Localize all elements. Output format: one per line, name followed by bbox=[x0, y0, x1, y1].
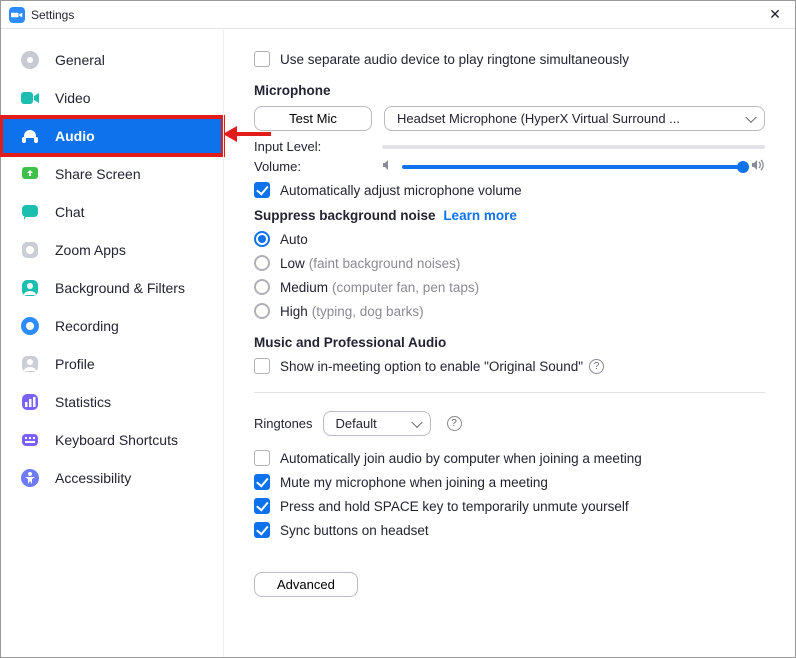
sidebar: General Video Audio Share Screen Chat bbox=[1, 29, 223, 657]
profile-icon bbox=[19, 353, 41, 375]
settings-panel: Use separate audio device to play ringto… bbox=[223, 29, 795, 657]
sidebar-item-chat[interactable]: Chat bbox=[1, 193, 223, 231]
checkbox[interactable] bbox=[254, 474, 270, 490]
close-button[interactable]: ✕ bbox=[763, 6, 787, 23]
microphone-device-dropdown[interactable]: Headset Microphone (HyperX Virtual Surro… bbox=[384, 106, 765, 131]
sidebar-item-background-filters[interactable]: Background & Filters bbox=[1, 269, 223, 307]
noise-auto-option[interactable]: Auto bbox=[254, 231, 765, 247]
share-screen-icon bbox=[19, 163, 41, 185]
sidebar-item-label: Chat bbox=[55, 204, 85, 220]
advanced-button[interactable]: Advanced bbox=[254, 572, 358, 597]
checkbox[interactable] bbox=[254, 182, 270, 198]
sidebar-item-accessibility[interactable]: Accessibility bbox=[1, 459, 223, 497]
sidebar-item-label: Accessibility bbox=[55, 470, 131, 486]
sidebar-item-label: General bbox=[55, 52, 105, 68]
video-icon bbox=[19, 87, 41, 109]
sidebar-item-zoom-apps[interactable]: Zoom Apps bbox=[1, 231, 223, 269]
window-title: Settings bbox=[31, 8, 763, 22]
sidebar-item-general[interactable]: General bbox=[1, 41, 223, 79]
volume-label: Volume: bbox=[254, 159, 382, 174]
checkbox[interactable] bbox=[254, 522, 270, 538]
separate-audio-device-option[interactable]: Use separate audio device to play ringto… bbox=[254, 51, 765, 67]
option-label: Low bbox=[280, 256, 305, 271]
learn-more-link[interactable]: Learn more bbox=[443, 208, 517, 223]
sidebar-item-label: Audio bbox=[55, 128, 95, 144]
sidebar-item-profile[interactable]: Profile bbox=[1, 345, 223, 383]
sidebar-item-label: Statistics bbox=[55, 394, 111, 410]
noise-low-option[interactable]: Low (faint background noises) bbox=[254, 255, 765, 271]
accessibility-icon bbox=[19, 467, 41, 489]
sidebar-item-statistics[interactable]: Statistics bbox=[1, 383, 223, 421]
sidebar-item-share-screen[interactable]: Share Screen bbox=[1, 155, 223, 193]
auto-adjust-mic-option[interactable]: Automatically adjust microphone volume bbox=[254, 182, 765, 198]
option-label: Press and hold SPACE key to temporarily … bbox=[280, 499, 629, 514]
mute-on-join-option[interactable]: Mute my microphone when joining a meetin… bbox=[254, 474, 765, 490]
radio[interactable] bbox=[254, 255, 270, 271]
sidebar-item-label: Video bbox=[55, 90, 91, 106]
divider bbox=[254, 392, 765, 393]
radio[interactable] bbox=[254, 303, 270, 319]
help-icon[interactable]: ? bbox=[447, 416, 462, 431]
radio[interactable] bbox=[254, 231, 270, 247]
checkbox[interactable] bbox=[254, 358, 270, 374]
help-icon[interactable]: ? bbox=[589, 359, 604, 374]
option-label: Mute my microphone when joining a meetin… bbox=[280, 475, 548, 490]
volume-slider[interactable] bbox=[402, 165, 743, 169]
option-label: High bbox=[280, 304, 308, 319]
keyboard-icon bbox=[19, 429, 41, 451]
option-label: Auto bbox=[280, 232, 308, 247]
speaker-low-icon bbox=[382, 159, 394, 174]
sidebar-item-label: Recording bbox=[55, 318, 119, 334]
sidebar-item-keyboard-shortcuts[interactable]: Keyboard Shortcuts bbox=[1, 421, 223, 459]
titlebar: Settings ✕ bbox=[1, 1, 795, 29]
statistics-icon bbox=[19, 391, 41, 413]
music-audio-title: Music and Professional Audio bbox=[254, 335, 765, 350]
sidebar-item-label: Keyboard Shortcuts bbox=[55, 432, 178, 448]
option-label: Automatically adjust microphone volume bbox=[280, 183, 522, 198]
noise-medium-option[interactable]: Medium (computer fan, pen taps) bbox=[254, 279, 765, 295]
option-hint: (typing, dog barks) bbox=[312, 304, 424, 319]
microphone-section-title: Microphone bbox=[254, 83, 765, 98]
suppress-noise-title: Suppress background noise Learn more bbox=[254, 208, 765, 223]
recording-icon bbox=[19, 315, 41, 337]
volume-slider-thumb[interactable] bbox=[737, 161, 749, 173]
space-unmute-option[interactable]: Press and hold SPACE key to temporarily … bbox=[254, 498, 765, 514]
noise-high-option[interactable]: High (typing, dog barks) bbox=[254, 303, 765, 319]
option-label: Use separate audio device to play ringto… bbox=[280, 52, 629, 67]
option-label: Show in-meeting option to enable "Origin… bbox=[280, 359, 583, 374]
checkbox[interactable] bbox=[254, 498, 270, 514]
option-hint: (computer fan, pen taps) bbox=[332, 280, 479, 295]
option-label: Medium bbox=[280, 280, 328, 295]
input-level-label: Input Level: bbox=[254, 139, 382, 154]
radio[interactable] bbox=[254, 279, 270, 295]
sidebar-item-label: Background & Filters bbox=[55, 280, 185, 296]
headphones-icon bbox=[19, 125, 41, 147]
sidebar-item-recording[interactable]: Recording bbox=[1, 307, 223, 345]
sidebar-item-label: Profile bbox=[55, 356, 95, 372]
test-mic-button[interactable]: Test Mic bbox=[254, 106, 372, 131]
app-logo-icon bbox=[9, 7, 25, 23]
checkbox[interactable] bbox=[254, 51, 270, 67]
auto-join-audio-option[interactable]: Automatically join audio by computer whe… bbox=[254, 450, 765, 466]
sync-headset-option[interactable]: Sync buttons on headset bbox=[254, 522, 765, 538]
chat-icon bbox=[19, 201, 41, 223]
sidebar-item-audio[interactable]: Audio bbox=[1, 117, 223, 155]
apps-icon bbox=[19, 239, 41, 261]
sidebar-item-video[interactable]: Video bbox=[1, 79, 223, 117]
ringtones-label: Ringtones bbox=[254, 416, 313, 431]
gear-icon bbox=[19, 49, 41, 71]
sidebar-item-label: Share Screen bbox=[55, 166, 141, 182]
option-hint: (faint background noises) bbox=[309, 256, 461, 271]
option-label: Sync buttons on headset bbox=[280, 523, 429, 538]
ringtone-dropdown[interactable]: Default bbox=[323, 411, 431, 436]
original-sound-option[interactable]: Show in-meeting option to enable "Origin… bbox=[254, 358, 765, 374]
checkbox[interactable] bbox=[254, 450, 270, 466]
speaker-high-icon bbox=[751, 159, 765, 174]
sidebar-item-label: Zoom Apps bbox=[55, 242, 126, 258]
input-level-meter bbox=[382, 145, 765, 149]
background-icon bbox=[19, 277, 41, 299]
option-label: Automatically join audio by computer whe… bbox=[280, 451, 642, 466]
